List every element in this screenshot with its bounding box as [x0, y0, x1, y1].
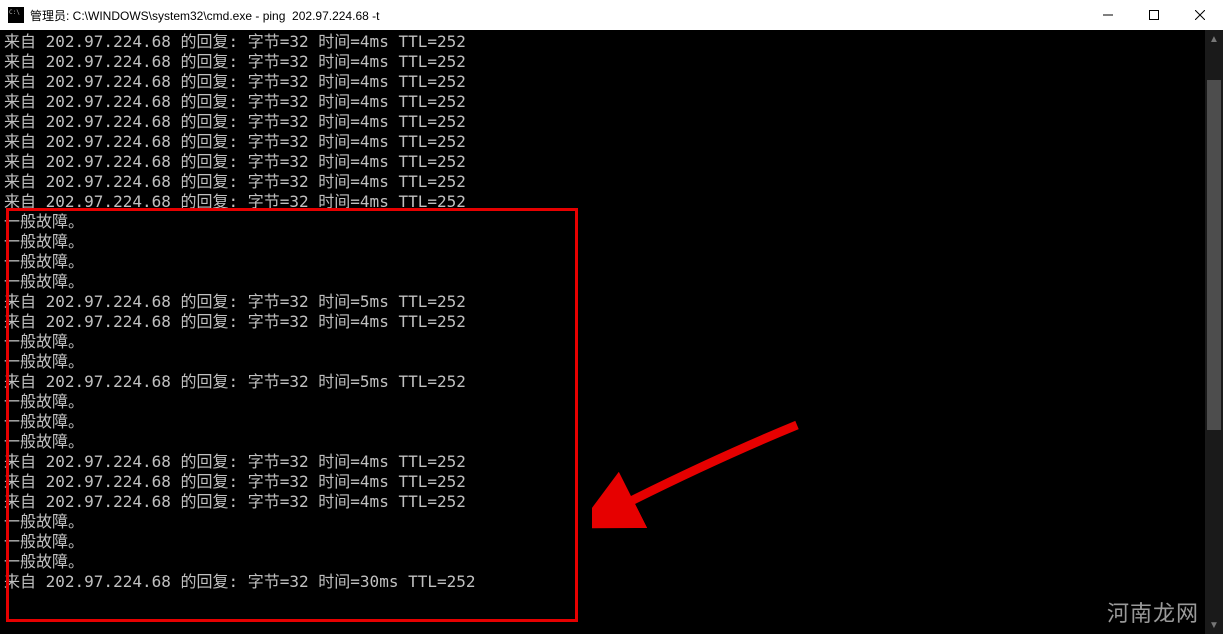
ping-failure-line: 一般故障。: [4, 432, 1201, 452]
ping-failure-line: 一般故障。: [4, 352, 1201, 372]
vertical-scrollbar[interactable]: ▲ ▼: [1205, 30, 1223, 634]
ping-failure-line: 一般故障。: [4, 392, 1201, 412]
ping-reply-line: 来自 202.97.224.68 的回复: 字节=32 时间=5ms TTL=2…: [4, 292, 1201, 312]
ping-failure-line: 一般故障。: [4, 332, 1201, 352]
ping-reply-line: 来自 202.97.224.68 的回复: 字节=32 时间=4ms TTL=2…: [4, 472, 1201, 492]
ping-failure-line: 一般故障。: [4, 532, 1201, 552]
ping-failure-line: 一般故障。: [4, 412, 1201, 432]
ping-failure-line: 一般故障。: [4, 512, 1201, 532]
close-button[interactable]: [1177, 0, 1223, 30]
ping-failure-line: 一般故障。: [4, 212, 1201, 232]
ping-failure-line: 一般故障。: [4, 232, 1201, 252]
ping-reply-line: 来自 202.97.224.68 的回复: 字节=32 时间=4ms TTL=2…: [4, 492, 1201, 512]
scrollbar-thumb[interactable]: [1207, 80, 1221, 430]
ping-reply-line: 来自 202.97.224.68 的回复: 字节=32 时间=4ms TTL=2…: [4, 132, 1201, 152]
ping-reply-line: 来自 202.97.224.68 的回复: 字节=32 时间=5ms TTL=2…: [4, 372, 1201, 392]
ping-reply-line: 来自 202.97.224.68 的回复: 字节=32 时间=4ms TTL=2…: [4, 112, 1201, 132]
terminal-output[interactable]: 来自 202.97.224.68 的回复: 字节=32 时间=4ms TTL=2…: [0, 30, 1205, 634]
ping-reply-line: 来自 202.97.224.68 的回复: 字节=32 时间=4ms TTL=2…: [4, 172, 1201, 192]
ping-reply-line: 来自 202.97.224.68 的回复: 字节=32 时间=4ms TTL=2…: [4, 192, 1201, 212]
ping-reply-line: 来自 202.97.224.68 的回复: 字节=32 时间=4ms TTL=2…: [4, 32, 1201, 52]
minimize-button[interactable]: [1085, 0, 1131, 30]
ping-reply-line: 来自 202.97.224.68 的回复: 字节=32 时间=4ms TTL=2…: [4, 152, 1201, 172]
ping-reply-line: 来自 202.97.224.68 的回复: 字节=32 时间=4ms TTL=2…: [4, 452, 1201, 472]
scroll-down-arrow[interactable]: ▼: [1205, 616, 1223, 634]
ping-failure-line: 一般故障。: [4, 552, 1201, 572]
ping-failure-line: 一般故障。: [4, 252, 1201, 272]
ping-reply-line: 来自 202.97.224.68 的回复: 字节=32 时间=4ms TTL=2…: [4, 312, 1201, 332]
ping-reply-line: 来自 202.97.224.68 的回复: 字节=32 时间=4ms TTL=2…: [4, 92, 1201, 112]
window-title: 管理员: C:\WINDOWS\system32\cmd.exe - ping …: [30, 7, 379, 24]
ping-failure-line: 一般故障。: [4, 272, 1201, 292]
window-controls: [1085, 0, 1223, 30]
ping-reply-line: 来自 202.97.224.68 的回复: 字节=32 时间=30ms TTL=…: [4, 572, 1201, 592]
cmd-icon: [8, 7, 24, 23]
ping-reply-line: 来自 202.97.224.68 的回复: 字节=32 时间=4ms TTL=2…: [4, 72, 1201, 92]
ping-reply-line: 来自 202.97.224.68 的回复: 字节=32 时间=4ms TTL=2…: [4, 52, 1201, 72]
maximize-button[interactable]: [1131, 0, 1177, 30]
cmd-window: 管理员: C:\WINDOWS\system32\cmd.exe - ping …: [0, 0, 1223, 634]
titlebar[interactable]: 管理员: C:\WINDOWS\system32\cmd.exe - ping …: [0, 0, 1223, 31]
scroll-up-arrow[interactable]: ▲: [1205, 30, 1223, 48]
